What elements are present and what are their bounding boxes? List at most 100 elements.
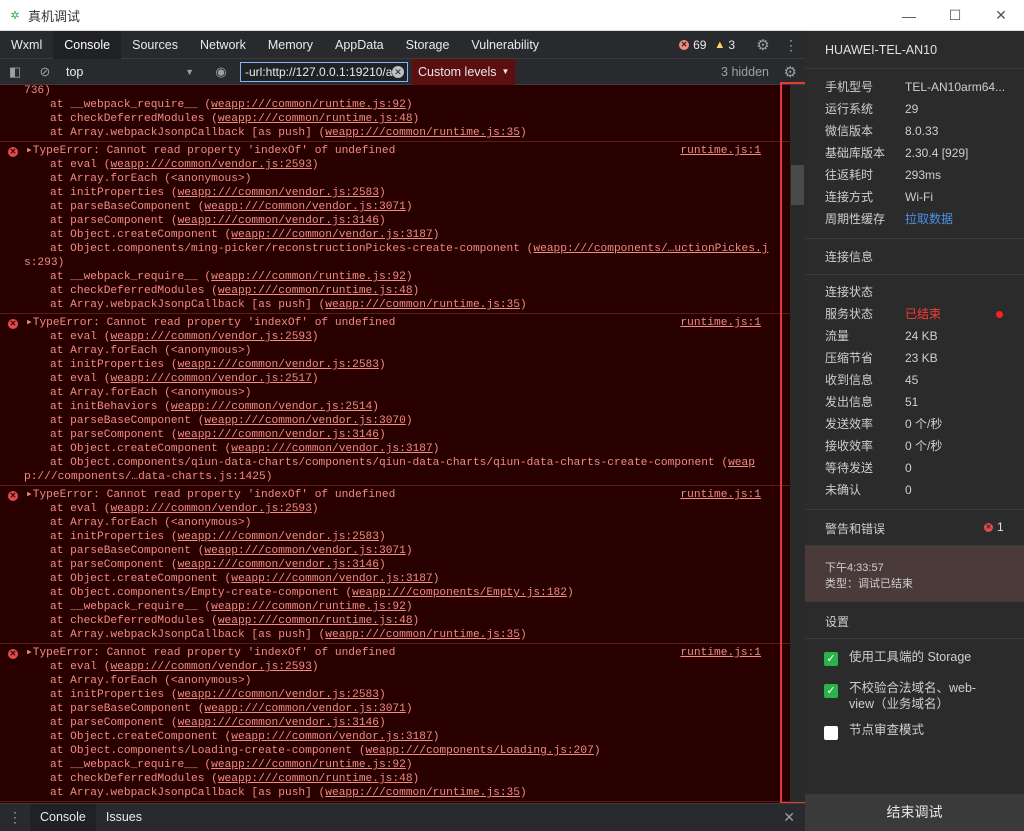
source-file-link[interactable]: runtime.js:1 (680, 488, 761, 502)
stack-frame: at parseBaseComponent (weapp:///common/v… (0, 200, 790, 214)
source-link[interactable]: weapp:///common/vendor.js:3187 (231, 573, 432, 585)
tab-memory[interactable]: Memory (257, 31, 324, 59)
source-link[interactable]: weapp:///components/…uctionPickes.j (533, 243, 768, 255)
settings-gear-icon[interactable]: ⚙ (749, 36, 777, 54)
source-link[interactable]: weapp:///common/runtime.js:92 (211, 601, 406, 613)
console-error-message[interactable]: ✕ ▸TypeError: Cannot read property 'index… (0, 644, 790, 802)
source-link[interactable]: weapp:///common/vendor.js:2517 (110, 373, 311, 385)
alert-item[interactable]: 下午4:33:57 类型：调试已结束 (805, 546, 1024, 601)
stack-frame: at eval (weapp:///common/vendor.js:2517) (0, 372, 790, 386)
error-count-icon: ✕ (679, 40, 690, 50)
log-levels-dropdown[interactable]: Custom levels ▼ (412, 58, 516, 85)
source-link[interactable]: weapp:///common/vendor.js:2593 (110, 661, 311, 673)
source-link[interactable]: weapp:///common/vendor.js:2514 (171, 401, 372, 413)
error-text[interactable]: ▸TypeError: Cannot read property 'indexO… (0, 646, 790, 660)
tab-console[interactable]: Console (53, 30, 122, 59)
frame-text: ) (432, 443, 440, 455)
minimize-button[interactable]: — (886, 0, 932, 31)
source-link[interactable]: weapp:///common/vendor.js:2583 (178, 689, 379, 701)
clear-console-icon[interactable]: ⊘ (34, 64, 56, 80)
source-link[interactable]: weapp:///common/runtime.js:48 (218, 773, 413, 785)
expand-triangle-icon[interactable]: ▸ (26, 489, 33, 501)
source-link[interactable]: weapp:///components/Loading.js:207 (366, 745, 594, 757)
drawer-tab-issues[interactable]: Issues (96, 804, 152, 831)
tab-vulnerability[interactable]: Vulnerability (460, 31, 550, 59)
source-link[interactable]: weapp:///common/vendor.js:3146 (178, 559, 379, 571)
checkbox-skip-domain-check[interactable]: ✓ (824, 684, 838, 698)
console-error-message[interactable]: ✕ ▸TypeError: Cannot read property 'index… (0, 486, 790, 644)
source-link[interactable]: weapp:///common/vendor.js:2583 (178, 359, 379, 371)
drawer-menu-icon[interactable]: ⋮ (0, 809, 30, 826)
warning-count[interactable]: 3 (728, 38, 735, 52)
tab-storage[interactable]: Storage (395, 31, 461, 59)
error-count[interactable]: 69 (693, 38, 706, 52)
tab-appdata[interactable]: AppData (324, 31, 395, 59)
error-text[interactable]: ▸TypeError: Cannot read property 'indexO… (0, 316, 790, 330)
tab-sources[interactable]: Sources (121, 31, 189, 59)
maximize-button[interactable]: ☐ (932, 0, 978, 31)
source-link[interactable]: weapp:///common/vendor.js:3187 (231, 229, 432, 241)
source-link[interactable]: weapp:///common/vendor.js:2583 (178, 187, 379, 199)
sidebar-toggle-icon[interactable]: ◧ (4, 64, 26, 80)
console-error-message[interactable]: ✕ ▸TypeError: Cannot read property 'index… (0, 142, 790, 314)
expand-triangle-icon[interactable]: ▸ (26, 145, 33, 157)
expand-triangle-icon[interactable]: ▸ (26, 647, 33, 659)
console-error-message[interactable]: ✕ ▸TypeError: Cannot read property 'index… (0, 314, 790, 486)
source-link[interactable]: weapp:///common/vendor.js:3187 (231, 731, 432, 743)
source-link[interactable]: weapp:///common/vendor.js:2593 (110, 159, 311, 171)
error-message-text: TypeError: Cannot read property 'indexOf… (32, 145, 396, 157)
source-link[interactable]: weapp:///common/runtime.js:35 (325, 299, 520, 311)
source-link[interactable]: weapp:///common/runtime.js:48 (218, 285, 413, 297)
more-options-icon[interactable]: ⋮ (777, 37, 805, 54)
source-link[interactable]: weapp:///common/vendor.js:2593 (110, 503, 311, 515)
source-link[interactable]: weapp:///common/runtime.js:48 (218, 615, 413, 627)
source-link[interactable]: weapp:///components/Empty.js:182 (352, 587, 567, 599)
source-link[interactable]: weapp:///common/runtime.js:35 (325, 787, 520, 799)
source-link[interactable]: weapp:///common/vendor.js:3187 (231, 443, 432, 455)
error-text[interactable]: ▸TypeError: Cannot read property 'indexO… (0, 488, 790, 502)
source-link[interactable]: weapp:///common/vendor.js:3146 (178, 717, 379, 729)
checkbox-use-tool-storage[interactable]: ✓ (824, 652, 838, 666)
tab-network[interactable]: Network (189, 31, 257, 59)
expand-triangle-icon[interactable]: ▸ (26, 317, 33, 329)
source-link[interactable]: weapp:///common/vendor.js:3146 (178, 429, 379, 441)
source-link[interactable]: weapp:///common/vendor.js:3071 (204, 703, 405, 715)
tab-wxml[interactable]: Wxml (0, 31, 53, 59)
source-link[interactable]: weapp:///common/vendor.js:3071 (204, 201, 405, 213)
source-link[interactable]: weapp:///common/runtime.js:92 (211, 271, 406, 283)
console-settings-icon[interactable]: ⚙ (784, 63, 797, 81)
source-file-link[interactable]: runtime.js:1 (680, 646, 761, 660)
filter-input[interactable]: -url:http://127.0.0.1:19210/a ✕ (240, 61, 408, 82)
source-link[interactable]: weapp:///common/runtime.js:92 (211, 99, 406, 111)
source-link[interactable]: weapp:///common/runtime.js:35 (325, 127, 520, 139)
source-link[interactable]: weapp:///common/runtime.js:92 (211, 759, 406, 771)
frame-text: at parseBaseComponent ( (50, 703, 205, 715)
source-link[interactable]: weapp:///common/vendor.js:3071 (204, 545, 405, 557)
fetch-data-link[interactable]: 拉取数据 (905, 208, 953, 230)
end-debug-button[interactable]: 结束调试 (805, 794, 1024, 831)
close-window-button[interactable]: ✕ (978, 0, 1024, 31)
live-expression-eye-icon[interactable]: ◉ (210, 64, 232, 80)
context-selector[interactable]: top ▼ (62, 62, 198, 82)
error-text[interactable]: ▸TypeError: Cannot read property 'indexO… (0, 144, 790, 158)
frame-text: at checkDeferredModules ( (50, 113, 218, 125)
source-link[interactable]: weap (728, 457, 755, 469)
stack-frame: at eval (weapp:///common/vendor.js:2593) (0, 660, 790, 674)
source-link[interactable]: weapp:///common/vendor.js:3070 (204, 415, 405, 427)
scrollbar-thumb[interactable] (791, 165, 804, 205)
conn-row-unacked: 未确认 0 (825, 483, 912, 497)
checkbox-inspect-node[interactable] (824, 726, 838, 740)
console-scrollbar[interactable] (790, 85, 805, 803)
source-link[interactable]: weapp:///common/vendor.js:2583 (178, 531, 379, 543)
console-output[interactable]: 736) at __webpack_require__ (weapp:///com… (0, 85, 790, 803)
drawer-tab-console[interactable]: Console (30, 804, 96, 831)
error-icon: ✕ (8, 491, 18, 501)
source-file-link[interactable]: runtime.js:1 (680, 144, 761, 158)
source-link[interactable]: weapp:///common/vendor.js:2593 (110, 331, 311, 343)
clear-filter-icon[interactable]: ✕ (392, 65, 404, 78)
close-drawer-icon[interactable]: ✕ (783, 809, 795, 826)
source-link[interactable]: weapp:///common/vendor.js:3146 (178, 215, 379, 227)
source-link[interactable]: weapp:///common/runtime.js:35 (325, 629, 520, 641)
source-file-link[interactable]: runtime.js:1 (680, 316, 761, 330)
source-link[interactable]: weapp:///common/runtime.js:48 (218, 113, 413, 125)
